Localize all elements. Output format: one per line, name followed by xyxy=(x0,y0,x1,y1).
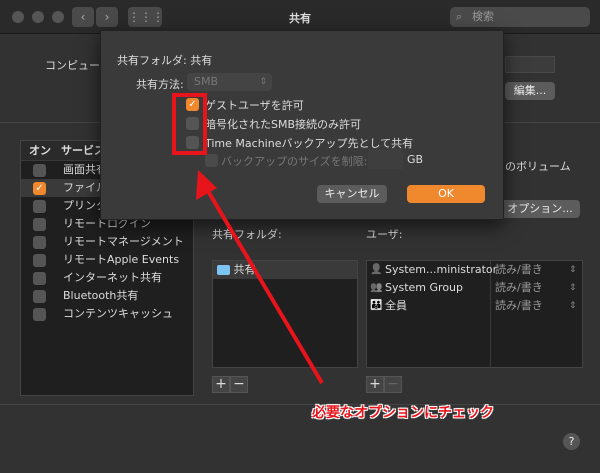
annotation-callout: 必要なオプションにチェック xyxy=(312,405,494,421)
annotation-arrow xyxy=(196,170,324,385)
